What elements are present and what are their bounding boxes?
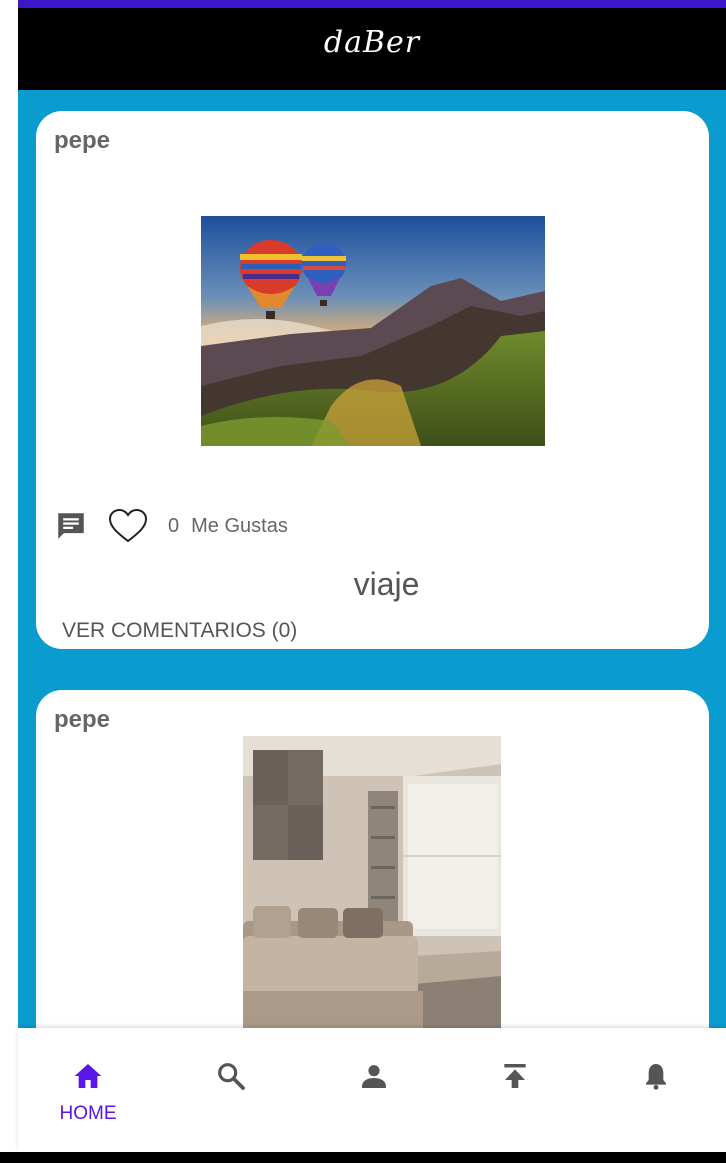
heart-icon[interactable]	[108, 508, 148, 544]
post-author[interactable]: pepe	[54, 127, 110, 155]
person-icon	[362, 1065, 386, 1088]
view-comments-link[interactable]: VER COMENTARIOS (0)	[62, 619, 297, 643]
left-edge	[0, 0, 18, 1163]
post-image-living-room[interactable]	[243, 736, 501, 1028]
likes-count: 0	[168, 514, 180, 537]
nav-search[interactable]	[161, 1028, 301, 1152]
post-card: pepe	[36, 690, 709, 1028]
post-author[interactable]: pepe	[54, 706, 110, 734]
system-bar	[0, 1152, 726, 1163]
nav-notifications[interactable]	[586, 1028, 726, 1152]
comment-icon[interactable]	[54, 509, 88, 543]
feed[interactable]: pepe 0 Me Gustas viaje VER COMENTARIOS (…	[18, 90, 726, 1028]
home-icon	[74, 1064, 102, 1088]
app-title: daBer	[323, 24, 421, 60]
status-bar	[18, 0, 726, 8]
bottom-navigation: HOME	[18, 1028, 726, 1152]
search-icon	[218, 1063, 245, 1090]
post-caption: viaje	[353, 566, 420, 602]
app-bar: daBer	[18, 8, 726, 90]
bell-icon	[646, 1064, 666, 1090]
upload-icon	[504, 1064, 526, 1088]
nav-profile[interactable]	[304, 1028, 444, 1152]
nav-upload[interactable]	[445, 1028, 585, 1152]
likes-label: Me Gustas	[191, 514, 288, 537]
post-card: pepe	[36, 111, 709, 649]
post-image-balloons[interactable]	[201, 216, 545, 446]
nav-home[interactable]: HOME	[18, 1028, 158, 1152]
post-actions: 0 Me Gustas	[54, 506, 288, 546]
nav-home-label: HOME	[59, 1103, 117, 1124]
